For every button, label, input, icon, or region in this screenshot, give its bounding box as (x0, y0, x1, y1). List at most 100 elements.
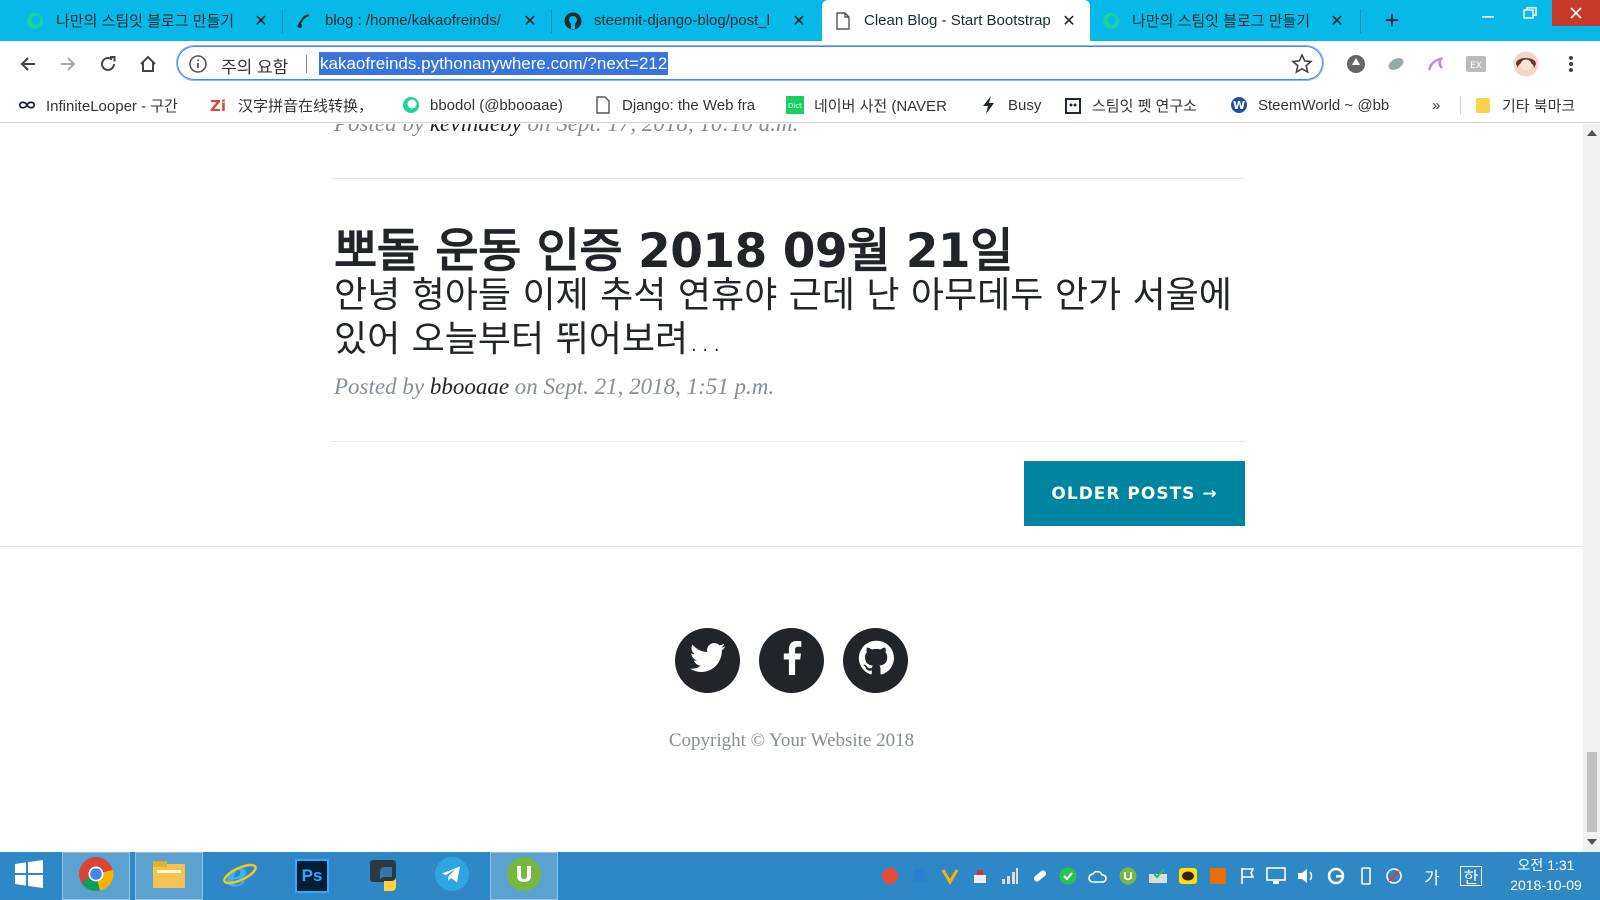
close-icon[interactable]: ✕ (1328, 12, 1346, 30)
tray-v-icon[interactable] (940, 866, 960, 886)
taskbar-internet-explorer[interactable]: e (206, 852, 274, 900)
bookmark-label: bbodol (@bbooaae) (430, 96, 563, 114)
tray-flag-icon[interactable] (1238, 866, 1258, 886)
tab-steemit-blog-2[interactable]: 나만의 스팀잇 블로그 만들기 ✕ (1090, 0, 1358, 41)
security-warning[interactable]: 주의 요함 (221, 53, 288, 78)
bookmark-naver-dict[interactable]: Dict 네이버 사전 (NAVER (786, 94, 958, 116)
forward-button[interactable] (54, 50, 82, 78)
info-icon[interactable] (188, 54, 208, 74)
taskbar-python[interactable] (350, 852, 418, 900)
tab-github[interactable]: steemit-django-blog/post_l ✕ (552, 0, 820, 41)
bookmark-steemworld[interactable]: W SteemWorld ~ @bb (1230, 94, 1402, 116)
close-icon[interactable]: ✕ (252, 12, 270, 30)
ime-mode[interactable]: 가 (1422, 866, 1442, 888)
url-text[interactable]: kakaofreinds.pythonanywhere.com/?next=21… (319, 52, 669, 75)
tray-mute-icon[interactable] (1384, 866, 1404, 886)
meta-author[interactable]: bbooaae (430, 374, 509, 399)
tab-steemit-blog-1[interactable]: 나만의 스팀잇 블로그 만들기 ✕ (14, 0, 282, 41)
tray-java-icon[interactable] (1208, 866, 1228, 886)
tray-pill-icon[interactable] (1030, 866, 1050, 886)
tab-title: 나만의 스팀잇 블로그 만들기 (1132, 13, 1311, 30)
tray-volume-icon[interactable] (1296, 866, 1316, 886)
tab-title: blog : /home/kakaofreinds/ (325, 12, 501, 29)
bookmark-busy[interactable]: Busy (980, 94, 1050, 116)
address-divider (306, 55, 307, 73)
tab-clean-blog[interactable]: Clean Blog - Start Bootstrap ✕ (822, 0, 1090, 41)
pet-icon (1064, 96, 1082, 114)
tray-antivirus-icon[interactable] (880, 866, 900, 886)
taskbar-chrome[interactable] (62, 852, 130, 900)
address-bar[interactable]: 주의 요함 kakaofreinds.pythonanywhere.com/?n… (176, 45, 1324, 81)
bookmark-label: InfiniteLooper - 구간 (46, 97, 178, 115)
taskbar-telegram[interactable] (418, 852, 486, 900)
tray-cloud-icon[interactable] (1088, 866, 1108, 886)
restore-button[interactable] (1508, 0, 1552, 26)
profile-avatar[interactable] (1513, 51, 1539, 77)
extension-pin-icon[interactable] (1345, 53, 1367, 75)
system-clock[interactable]: 오전 1:31 2018-10-09 (1500, 855, 1592, 895)
ime-language[interactable]: 한 (1460, 866, 1482, 887)
facebook-icon (782, 641, 802, 680)
page-scrollbar[interactable] (1583, 124, 1600, 852)
scrollbar-thumb[interactable] (1587, 752, 1597, 832)
steemit-icon (26, 12, 44, 30)
tray-kakaotalk-icon[interactable] (1178, 866, 1198, 886)
bookmark-label: SteemWorld ~ @bb (1258, 96, 1390, 114)
tray-signal-icon[interactable] (1000, 866, 1020, 886)
window-close-button[interactable] (1552, 0, 1600, 26)
browser-toolbar: 주의 요함 kakaofreinds.pythonanywhere.com/?n… (0, 41, 1600, 87)
bookmark-hanzi[interactable]: Zi 汉字拼音在线转换， (210, 94, 380, 116)
minimize-button[interactable] (1466, 0, 1510, 26)
close-icon[interactable]: ✕ (790, 12, 808, 30)
utorrent-icon (506, 856, 542, 897)
menu-kebab-icon[interactable] (1560, 53, 1582, 75)
post-subtitle[interactable]: 안녕 형아들 이제 추석 연휴야 근데 난 아무데두 안가 서울에 있어 오늘부… (334, 274, 1244, 362)
bookmark-django[interactable]: Django: the Web fra (594, 94, 768, 116)
back-button[interactable] (14, 50, 42, 78)
post-divider (332, 178, 1245, 179)
tray-keyboard-check-icon[interactable] (1148, 866, 1168, 886)
extension-unicorn-icon[interactable] (1425, 53, 1447, 75)
bookmarks-overflow-button[interactable]: » (1432, 94, 1448, 116)
home-button[interactable] (134, 50, 162, 78)
reload-button[interactable] (94, 50, 122, 78)
close-icon[interactable]: ✕ (521, 12, 539, 30)
twitter-link[interactable] (675, 628, 740, 693)
github-link[interactable] (843, 628, 908, 693)
new-tab-button[interactable]: + (1378, 5, 1406, 35)
start-button[interactable] (0, 852, 58, 900)
bookmark-infinitelooper[interactable]: InfiniteLooper - 구간 (18, 94, 188, 116)
tab-strip: 나만의 스팀잇 블로그 만들기 ✕ blog : /home/kakaofrei… (0, 0, 1600, 41)
close-icon[interactable]: ✕ (1060, 12, 1078, 30)
clock-date: 2018-10-09 (1510, 877, 1582, 893)
tray-usb-icon[interactable] (970, 866, 990, 886)
tray-device-icon[interactable] (1356, 866, 1376, 886)
taskbar-file-explorer[interactable] (135, 852, 203, 900)
telegram-icon (434, 856, 470, 897)
meta-author[interactable]: kevinaeby (430, 124, 522, 136)
extension-ex-icon[interactable]: EX (1465, 53, 1487, 75)
post-meta: Posted by bbooaae on Sept. 21, 2018, 1:5… (334, 374, 774, 400)
tray-network-icon[interactable] (1266, 866, 1286, 886)
other-bookmarks[interactable]: 기타 북마크 (1474, 94, 1600, 116)
taskbar-utorrent[interactable] (490, 852, 558, 900)
bookmark-steemit-pet[interactable]: 스팀잇 펫 연구소 (1064, 94, 1214, 116)
tray-utorrent-icon[interactable] (1118, 866, 1138, 886)
bookmark-label: 스팀잇 펫 연구소 (1092, 97, 1197, 115)
older-posts-button[interactable]: OLDER POSTS → (1024, 461, 1245, 526)
post-title[interactable]: 뽀돌 운동 인증 2018 09월 21일 (334, 212, 1013, 281)
tab-pythonanywhere[interactable]: blog : /home/kakaofreinds/ ✕ (283, 0, 551, 41)
post-divider (332, 441, 1245, 442)
tray-flag-blue-icon[interactable] (910, 866, 930, 886)
extension-leaf-icon[interactable] (1385, 53, 1407, 75)
taskbar-photoshop[interactable]: Ps (278, 852, 346, 900)
tray-g-icon[interactable] (1326, 866, 1346, 886)
bookmark-star-icon[interactable] (1291, 53, 1313, 75)
tray-check-icon[interactable] (1058, 866, 1078, 886)
bookmark-bbodol[interactable]: bbodol (@bbooaae) (402, 94, 570, 116)
facebook-link[interactable] (759, 628, 824, 693)
bookmarks-divider (1460, 96, 1461, 114)
scroll-down-arrow-icon[interactable] (1587, 839, 1597, 845)
scroll-up-arrow-icon[interactable] (1587, 130, 1597, 136)
bookmarks-bar: InfiniteLooper - 구간 Zi 汉字拼音在线转换， bbodol (… (0, 87, 1600, 123)
